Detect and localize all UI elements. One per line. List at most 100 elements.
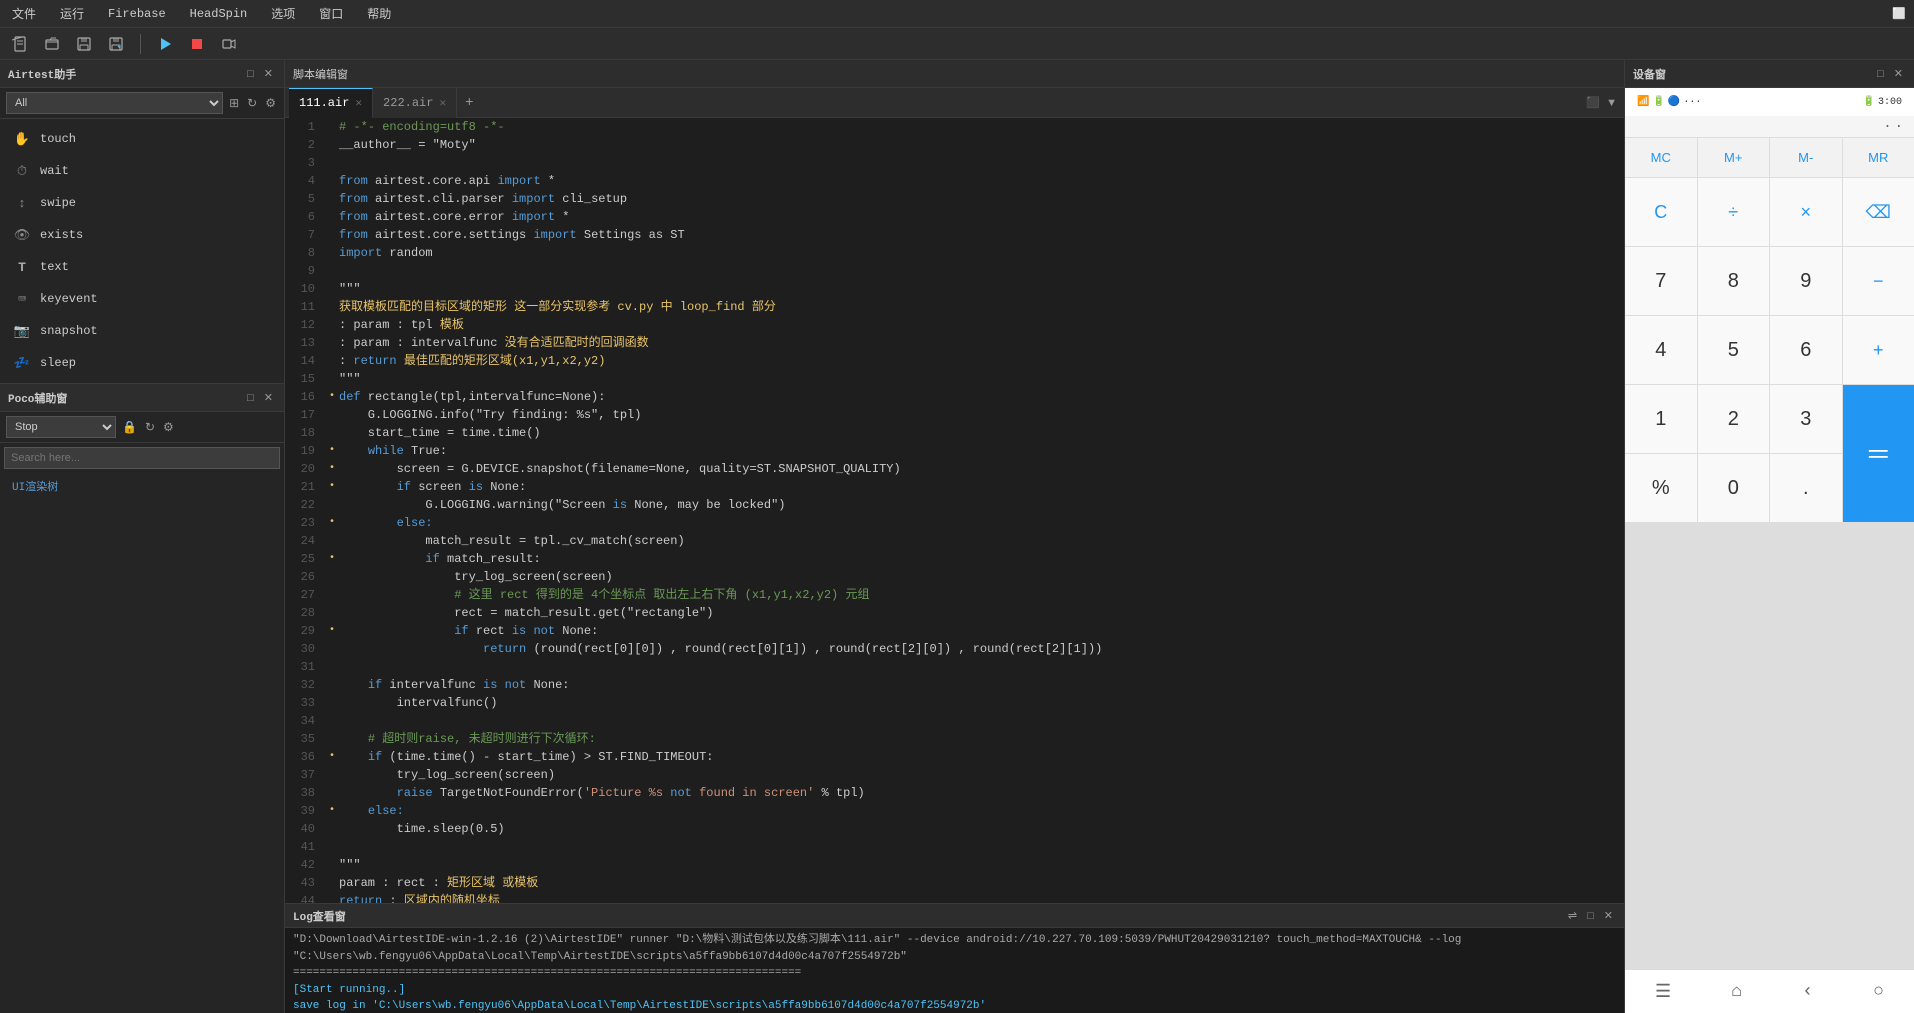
menu-help[interactable]: 帮助 — [363, 3, 395, 24]
device-minimize-button[interactable]: □ — [1874, 66, 1887, 81]
action-text[interactable]: T text — [0, 251, 284, 283]
calc-mminus-button[interactable]: M- — [1770, 138, 1842, 177]
line-content: G.LOGGING.info("Try finding: %s", tpl) — [339, 406, 1624, 424]
tab-add-button[interactable]: + — [457, 91, 481, 115]
calc-5-button[interactable]: 5 — [1698, 316, 1770, 384]
calc-8-button[interactable]: 8 — [1698, 247, 1770, 315]
calc-mr-button[interactable]: MR — [1843, 138, 1914, 177]
line-dot: • — [325, 622, 339, 640]
tab-222air-close[interactable]: ✕ — [439, 96, 446, 110]
poco-lock-icon[interactable]: 🔒 — [120, 418, 139, 436]
tab-222air[interactable]: 222.air ✕ — [373, 88, 457, 118]
line-number: 7 — [285, 226, 325, 244]
calc-7-button[interactable]: 7 — [1625, 247, 1697, 315]
new-button[interactable] — [8, 32, 32, 56]
nav-menu-icon[interactable]: ☰ — [1655, 981, 1671, 1003]
calc-1-button[interactable]: 1 — [1625, 385, 1697, 453]
calc-divide-button[interactable]: ÷ — [1698, 178, 1770, 246]
save-as-button[interactable] — [104, 32, 128, 56]
save-button[interactable] — [72, 32, 96, 56]
airtest-panel-title: Airtest助手 — [8, 66, 76, 82]
calc-multiply-button[interactable]: × — [1770, 178, 1842, 246]
device-close-button[interactable]: ✕ — [1891, 66, 1906, 81]
line-content: else: — [339, 514, 1624, 532]
menu-firebase[interactable]: Firebase — [104, 5, 170, 23]
tab-111air[interactable]: 111.air ✕ — [289, 88, 373, 118]
calc-equals-button[interactable]: ＝ — [1843, 385, 1914, 522]
menu-file[interactable]: 文件 — [8, 3, 40, 24]
editor-expand-icon[interactable]: ⬛ — [1583, 95, 1603, 110]
code-editor[interactable]: 1# -*- encoding=utf8 -*-2__author__ = "M… — [285, 118, 1624, 903]
code-line-15: 15""" — [285, 370, 1624, 388]
calc-percent-button[interactable]: % — [1625, 454, 1697, 522]
action-swipe[interactable]: ↕ swipe — [0, 187, 284, 219]
calc-9-button[interactable]: 9 — [1770, 247, 1842, 315]
refresh-icon-btn[interactable]: ↻ — [245, 94, 259, 112]
calc-3-button[interactable]: 3 — [1770, 385, 1842, 453]
maximize-icon[interactable]: ⬜ — [1892, 7, 1906, 21]
menu-run[interactable]: 运行 — [56, 3, 88, 24]
action-keyevent[interactable]: ⌨ keyevent — [0, 283, 284, 315]
poco-search-input[interactable] — [4, 447, 280, 469]
action-wait[interactable]: ⏱ wait — [0, 155, 284, 187]
line-number: 21 — [285, 478, 325, 496]
calc-row-2: 7 8 9 − — [1625, 247, 1914, 315]
settings-icon-btn[interactable]: ⚙ — [263, 94, 278, 112]
line-content: 获取模板匹配的目标区域的矩形 这一部分实现参考 cv.py 中 loop_fin… — [339, 298, 1624, 316]
menu-window[interactable]: 窗口 — [315, 3, 347, 24]
open-button[interactable] — [40, 32, 64, 56]
poco-refresh-icon[interactable]: ↻ — [143, 418, 157, 436]
editor-header: 脚本编辑窗 — [285, 60, 1624, 88]
calc-mplus-button[interactable]: M+ — [1698, 138, 1770, 177]
poco-minimize-button[interactable]: □ — [244, 390, 257, 405]
line-number: 11 — [285, 298, 325, 316]
stop-button[interactable] — [185, 32, 209, 56]
poco-tree-item[interactable]: UI渲染树 — [0, 473, 284, 499]
line-content: # -*- encoding=utf8 -*- — [339, 118, 1624, 136]
log-wrap-icon[interactable]: ⇌ — [1565, 908, 1580, 923]
code-line-3: 3 — [285, 154, 1624, 172]
editor-more-icon[interactable]: ▼ — [1603, 96, 1620, 110]
line-number: 27 — [285, 586, 325, 604]
text-icon: T — [12, 257, 32, 277]
line-content: rect = match_result.get("rectangle") — [339, 604, 1624, 622]
poco-settings-icon[interactable]: ⚙ — [161, 418, 176, 436]
calc-mc-button[interactable]: MC — [1625, 138, 1697, 177]
line-dot: • — [325, 514, 339, 532]
action-filter-select[interactable]: All — [6, 92, 223, 114]
line-dot: • — [325, 550, 339, 568]
calc-2-button[interactable]: 2 — [1698, 385, 1770, 453]
menu-headspin[interactable]: HeadSpin — [186, 5, 252, 23]
poco-mode-select[interactable]: Stop — [6, 416, 116, 438]
calc-clear-button[interactable]: C — [1625, 178, 1697, 246]
nav-back-icon[interactable]: ‹ — [1802, 982, 1813, 1002]
log-expand-icon[interactable]: □ — [1584, 908, 1597, 923]
calc-backspace-button[interactable]: ⌫ — [1843, 178, 1914, 246]
action-exists[interactable]: 👁 exists — [0, 219, 284, 251]
action-sleep[interactable]: 💤 sleep — [0, 347, 284, 379]
action-snapshot[interactable]: 📷 snapshot — [0, 315, 284, 347]
nav-recents-icon[interactable]: ○ — [1873, 982, 1884, 1002]
calc-0-button[interactable]: 0 — [1698, 454, 1770, 522]
poco-close-button[interactable]: ✕ — [261, 390, 276, 405]
action-touch[interactable]: ✋ touch — [0, 123, 284, 155]
line-number: 38 — [285, 784, 325, 802]
panel-close-button[interactable]: ✕ — [261, 66, 276, 81]
tab-111air-close[interactable]: ✕ — [355, 96, 362, 110]
calc-row-1: C ÷ × ⌫ — [1625, 178, 1914, 246]
record-button[interactable] — [217, 32, 241, 56]
menu-options[interactable]: 选项 — [267, 3, 299, 24]
play-button[interactable] — [153, 32, 177, 56]
line-number: 9 — [285, 262, 325, 280]
calc-4-button[interactable]: 4 — [1625, 316, 1697, 384]
nav-home-icon[interactable]: ⌂ — [1731, 982, 1742, 1002]
code-line-9: 9 — [285, 262, 1624, 280]
log-title: Log查看窗 — [293, 908, 346, 924]
calc-plus-button[interactable]: + — [1843, 316, 1914, 384]
filter-icon-btn[interactable]: ⊞ — [227, 94, 241, 112]
calc-6-button[interactable]: 6 — [1770, 316, 1842, 384]
calc-decimal-button[interactable]: . — [1770, 454, 1842, 522]
log-close-icon[interactable]: ✕ — [1601, 908, 1616, 923]
calc-minus-button[interactable]: − — [1843, 247, 1914, 315]
panel-minimize-button[interactable]: □ — [244, 66, 257, 81]
